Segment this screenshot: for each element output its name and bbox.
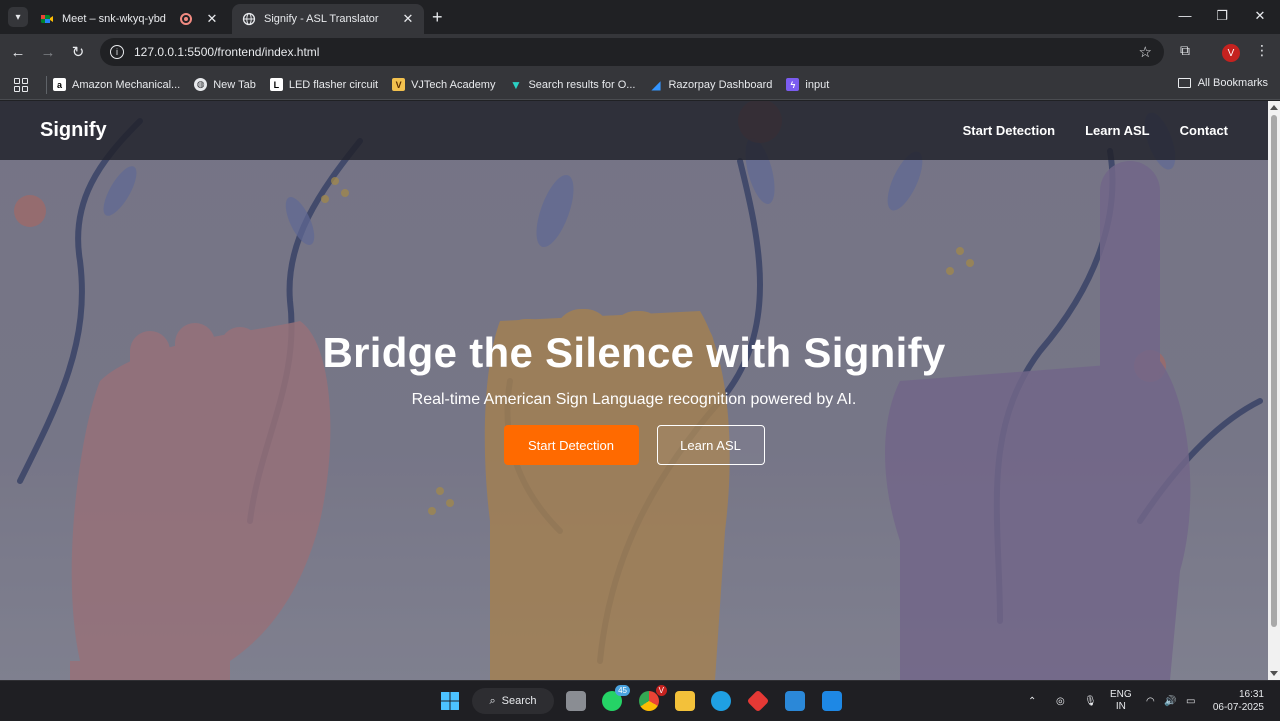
browser-tabstrip: ▾ Meet – snk-wkyq-ybd ✕ Signify - ASL Tr… xyxy=(0,0,1280,34)
battery-icon[interactable]: ▭ xyxy=(1186,681,1195,721)
page-scrollbar[interactable] xyxy=(1268,101,1280,680)
address-bar[interactable]: i 127.0.0.1:5500/frontend/index.html ☆ xyxy=(100,38,1164,66)
hero-subtitle: Real-time American Sign Language recogni… xyxy=(411,391,857,408)
learn-asl-button[interactable]: Learn ASL xyxy=(656,425,765,465)
browser-toolbar: ← → ↻ i 127.0.0.1:5500/frontend/index.ht… xyxy=(0,34,1280,70)
scroll-up-icon[interactable] xyxy=(1270,105,1278,110)
windows-start-icon[interactable] xyxy=(440,691,460,711)
hero-title: Bridge the Silence with Signify xyxy=(322,329,946,376)
task-view-icon[interactable] xyxy=(566,691,586,711)
tab-meet[interactable]: Meet – snk-wkyq-ybd ✕ xyxy=(30,4,228,34)
edge-icon[interactable] xyxy=(711,691,731,711)
tab-signify[interactable]: Signify - ASL Translator ✕ xyxy=(232,4,424,34)
file-explorer-icon[interactable] xyxy=(675,691,695,711)
bookmark-amazon[interactable]: a Amazon Mechanical... xyxy=(53,78,180,91)
letter-l-icon: L xyxy=(269,78,283,91)
nav-contact[interactable]: Contact xyxy=(1180,123,1228,138)
bookmark-label: New Tab xyxy=(213,78,256,91)
apps-grid-icon[interactable] xyxy=(14,77,28,92)
wifi-icon[interactable]: ◠ xyxy=(1146,681,1155,721)
close-tab-icon[interactable]: ✕ xyxy=(400,11,416,27)
scrollbar-thumb[interactable] xyxy=(1271,115,1277,627)
minimize-icon[interactable]: — xyxy=(1175,8,1195,23)
vscode-icon[interactable] xyxy=(822,691,842,711)
vjtech-icon: V xyxy=(392,78,406,91)
folder-icon xyxy=(1177,78,1191,88)
bookmark-new-tab[interactable]: ◍ New Tab xyxy=(194,78,256,91)
language-label: ENG xyxy=(1110,689,1132,700)
store-icon[interactable] xyxy=(785,691,805,711)
extensions-icon[interactable]: ⧉ xyxy=(1180,42,1190,59)
reload-icon[interactable]: ↻ xyxy=(68,42,88,62)
bookmark-razorpay[interactable]: ◢ Razorpay Dashboard xyxy=(649,77,773,92)
language-indicator[interactable]: ENG IN xyxy=(1110,681,1132,721)
bookmark-led[interactable]: L LED flasher circuit xyxy=(269,78,379,91)
amazon-icon: a xyxy=(53,78,66,91)
forward-arrow-icon[interactable]: → xyxy=(38,42,58,62)
start-detection-button[interactable]: Start Detection xyxy=(503,425,639,465)
system-clock[interactable]: 16:31 06-07-2025 xyxy=(1213,688,1264,714)
search-icon: ⌕ xyxy=(489,694,496,707)
bookmark-input[interactable]: ϟ input xyxy=(786,78,829,91)
scroll-down-icon[interactable] xyxy=(1270,671,1278,676)
divider xyxy=(46,75,47,94)
notification-badge: 45 xyxy=(615,685,630,696)
globe-icon: ◍ xyxy=(194,78,208,91)
windows-taskbar: ⌕ Search 45 V ⌃ ◎ 🎙 ENG IN ◠ 🔊 ▭ 16:31 0… xyxy=(0,680,1280,720)
profile-avatar[interactable]: V xyxy=(1222,44,1240,62)
volume-icon[interactable]: 🔊 xyxy=(1164,681,1176,721)
tab-title: Meet – snk-wkyq-ybd xyxy=(62,13,166,25)
bolt-icon: ϟ xyxy=(786,78,800,91)
region-label: IN xyxy=(1115,701,1126,712)
nav-links: Start Detection Learn ASL Contact xyxy=(963,123,1228,138)
globe-icon xyxy=(242,12,256,26)
new-tab-button[interactable]: + xyxy=(432,8,443,26)
maximize-icon[interactable]: ❐ xyxy=(1212,8,1232,24)
page-viewport: Signify Start Detection Learn ASL Contac… xyxy=(0,101,1268,680)
razorpay-icon: ◢ xyxy=(651,77,661,92)
tray-app-icon[interactable]: ◎ xyxy=(1056,681,1065,721)
microphone-icon[interactable]: 🎙 xyxy=(1084,681,1097,721)
nav-start-detection[interactable]: Start Detection xyxy=(963,123,1055,138)
bookmark-vjtech[interactable]: V VJTech Academy xyxy=(392,78,495,91)
site-navbar: Signify Start Detection Learn ASL Contac… xyxy=(0,101,1268,160)
bookmark-label: Amazon Mechanical... xyxy=(72,78,181,91)
google-meet-icon xyxy=(41,15,53,23)
menu-kebab-icon[interactable]: ⋮ xyxy=(1255,42,1269,59)
profile-badge: V xyxy=(655,685,667,696)
nav-learn-asl[interactable]: Learn ASL xyxy=(1085,123,1150,138)
bookmark-label: LED flasher circuit xyxy=(288,78,379,91)
tab-title: Signify - ASL Translator xyxy=(264,13,379,25)
close-tab-icon[interactable]: ✕ xyxy=(204,11,220,27)
all-bookmarks-label: All Bookmarks xyxy=(1197,77,1268,89)
chrome-icon[interactable]: V xyxy=(639,685,667,711)
url-text[interactable]: 127.0.0.1:5500/frontend/index.html xyxy=(134,45,319,59)
site-info-icon[interactable]: i xyxy=(110,45,124,59)
bookmarks-bar: a Amazon Mechanical... ◍ New Tab L LED f… xyxy=(0,70,1280,100)
back-arrow-icon[interactable]: ← xyxy=(8,42,28,62)
all-bookmarks[interactable]: All Bookmarks xyxy=(1177,77,1268,89)
site-logo[interactable]: Signify xyxy=(40,119,107,142)
app-icon[interactable] xyxy=(746,689,770,713)
bookmark-label: VJTech Academy xyxy=(411,78,496,91)
bookmark-label: Search results for O... xyxy=(528,78,636,91)
recording-icon xyxy=(180,13,192,25)
bookmark-star-icon[interactable]: ☆ xyxy=(1139,43,1152,61)
search-label: Search xyxy=(501,695,537,707)
hero-section: Bridge the Silence with Signify Real-tim… xyxy=(0,329,1268,465)
v-logo-icon: ▼ xyxy=(510,77,522,92)
clock-time: 16:31 xyxy=(1238,689,1264,700)
bookmark-label: Razorpay Dashboard xyxy=(668,78,773,91)
tab-search-button[interactable]: ▾ xyxy=(8,7,28,27)
hero-buttons: Start Detection Learn ASL xyxy=(0,425,1268,465)
whatsapp-icon[interactable]: 45 xyxy=(602,685,630,711)
close-window-icon[interactable]: ✕ xyxy=(1250,8,1270,24)
tray-chevron-icon[interactable]: ⌃ xyxy=(1028,681,1036,721)
bookmark-label: input xyxy=(805,78,830,91)
clock-date: 06-07-2025 xyxy=(1212,702,1264,713)
bookmark-search-results[interactable]: ▼ Search results for O... xyxy=(509,77,636,92)
taskbar-search[interactable]: ⌕ Search xyxy=(472,688,554,714)
